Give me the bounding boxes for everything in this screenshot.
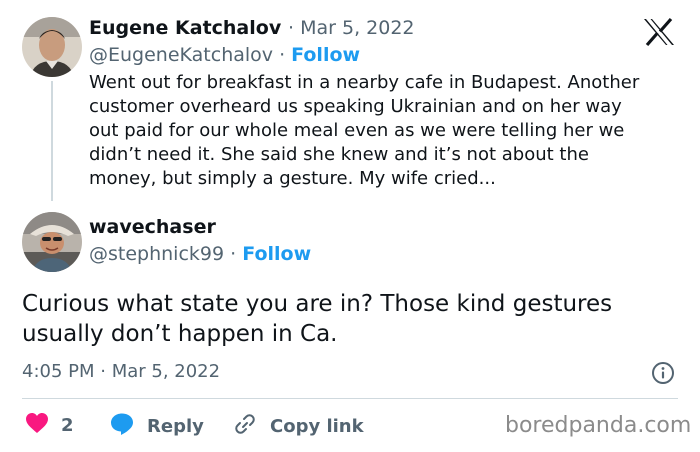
like-count: 2 — [61, 415, 74, 436]
separator-dot: · — [288, 17, 295, 39]
follow-button[interactable]: Follow — [242, 243, 311, 265]
quoted-tweet-text: Went out for breakfast in a nearby cafe … — [89, 71, 679, 191]
thread-line — [51, 81, 53, 201]
text-line: didn’t need it. She said she knew and it… — [89, 144, 589, 165]
avatar-image — [22, 212, 82, 272]
text-line: out paid for our whole meal even as we w… — [89, 120, 625, 141]
speech-bubble-icon — [109, 412, 135, 441]
text-line: Went out for breakfast in a nearby cafe … — [89, 72, 640, 93]
tweet-date[interactable]: · Mar 5, 2022 — [288, 17, 415, 39]
author-handle-row: @stephnick99 · Follow — [89, 243, 311, 265]
text-line: money, but simply a gesture. My wife cri… — [89, 168, 496, 189]
divider — [22, 398, 678, 399]
tweet-timestamp[interactable]: 4:05 PM · Mar 5, 2022 — [22, 361, 220, 382]
tweet-text: Curious what state you are in? Those kin… — [22, 289, 672, 349]
x-logo-icon[interactable] — [641, 17, 677, 47]
avatar[interactable] — [22, 17, 82, 77]
author-handle-row: @EugeneKatchalov · Follow — [89, 44, 360, 66]
link-icon — [232, 412, 258, 441]
avatar-image — [22, 17, 82, 77]
author-name[interactable]: Eugene Katchalov — [89, 17, 281, 39]
reply-button[interactable]: Reply — [109, 412, 204, 441]
text-line: Curious what state you are in? Those kin… — [22, 291, 613, 317]
text-line: customer overheard us speaking Ukrainian… — [89, 96, 622, 117]
separator-dot: · — [230, 243, 237, 265]
info-icon[interactable] — [651, 361, 675, 385]
tweet-date-text[interactable]: Mar 5, 2022 — [300, 17, 414, 39]
like-button[interactable]: 2 — [25, 412, 74, 439]
copy-link-label: Copy link — [270, 416, 364, 437]
follow-button[interactable]: Follow — [291, 44, 360, 66]
author-handle[interactable]: @EugeneKatchalov — [89, 44, 273, 66]
watermark: boredpanda.com — [505, 413, 692, 438]
author-name[interactable]: wavechaser — [89, 216, 216, 238]
separator-dot: · — [279, 44, 286, 66]
reply-label: Reply — [147, 416, 204, 437]
text-line: usually don’t happen in Ca. — [22, 321, 338, 347]
author-handle[interactable]: @stephnick99 — [89, 243, 224, 265]
avatar[interactable] — [22, 212, 82, 272]
heart-icon — [25, 412, 49, 439]
copy-link-button[interactable]: Copy link — [232, 412, 364, 441]
